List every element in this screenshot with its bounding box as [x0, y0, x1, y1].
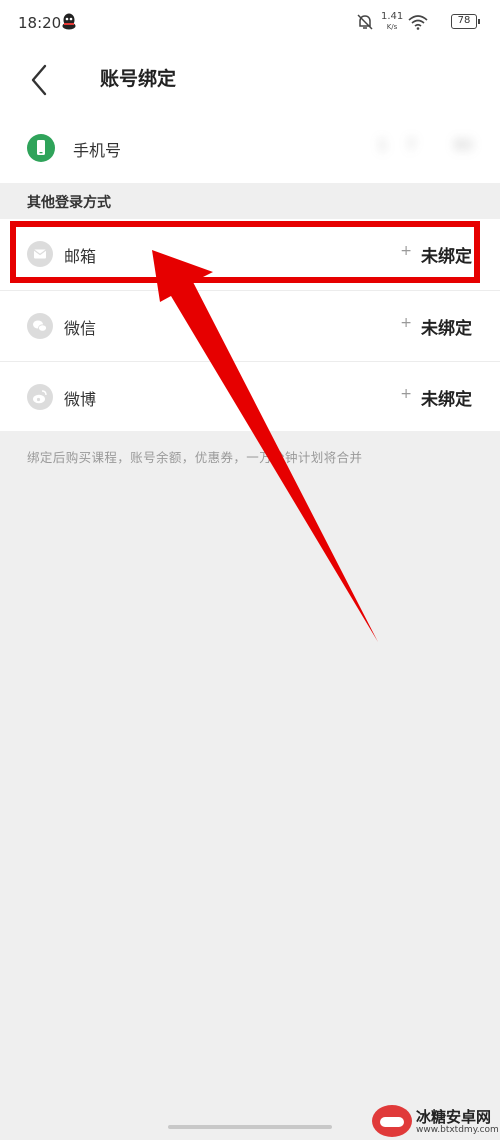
network-speed: 1.41 K/s — [381, 12, 403, 31]
merge-note: 绑定后购买课程，账号余额，优惠券，一万分钟计划将合并 — [27, 450, 363, 465]
network-speed-value: 1.41 — [381, 11, 404, 22]
bind-status: 未绑定 — [421, 319, 472, 339]
home-indicator[interactable] — [168, 1125, 332, 1129]
phone-label: 手机号 — [73, 141, 122, 160]
wifi-icon — [408, 15, 428, 30]
back-icon[interactable] — [26, 62, 54, 98]
wechat-label: 微信 — [64, 319, 97, 338]
weibo-label: 微博 — [64, 390, 97, 409]
list-item-wechat[interactable]: 微信 + 未绑定 — [0, 290, 500, 361]
watermark-title: 冰糖安卓网 — [416, 1108, 492, 1126]
status-time: 18:20 — [18, 14, 62, 32]
phone-number-value: 1 7 80 — [377, 136, 473, 154]
phone-row[interactable]: 手机号 1 7 80 — [0, 116, 500, 182]
weibo-icon — [27, 384, 53, 410]
battery-indicator: 78 — [451, 14, 480, 29]
network-speed-unit: K/s — [386, 23, 398, 31]
bind-status: 未绑定 — [421, 390, 472, 410]
watermark-badge-icon — [372, 1105, 412, 1137]
bell-muted-icon — [357, 14, 373, 30]
plus-icon: + — [400, 315, 412, 331]
watermark-logo: 冰糖安卓网 www.btxtdmy.com — [372, 1103, 500, 1140]
status-bar: 18:20 1.41 K/s 78 — [0, 0, 500, 46]
phone-icon — [27, 134, 55, 162]
highlight-box — [10, 221, 480, 283]
section-header: 其他登录方式 — [27, 195, 111, 211]
plus-icon: + — [400, 386, 412, 402]
list-item-weibo[interactable]: 微博 + 未绑定 — [0, 361, 500, 432]
watermark-url: www.btxtdmy.com — [416, 1125, 499, 1135]
page-title: 账号绑定 — [100, 68, 177, 90]
wechat-icon — [27, 313, 53, 339]
qq-icon — [62, 13, 76, 30]
